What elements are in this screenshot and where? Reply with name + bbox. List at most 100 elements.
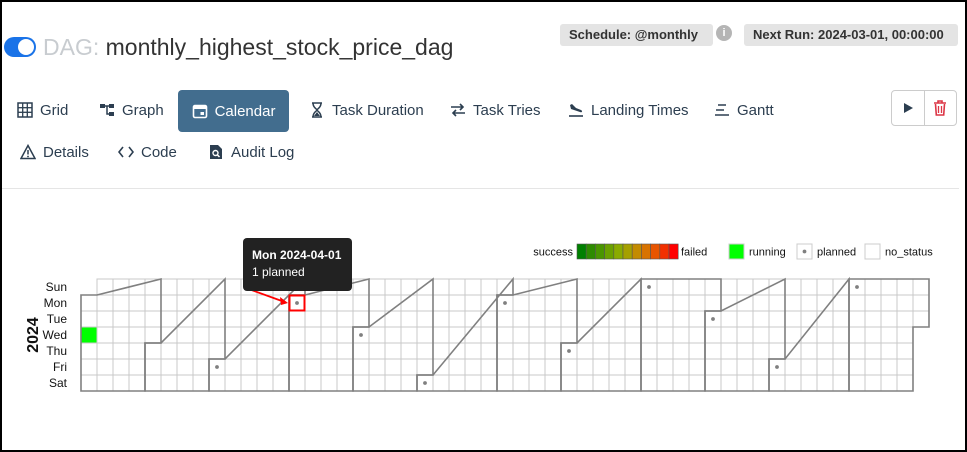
day-cell xyxy=(336,326,354,344)
day-cell xyxy=(496,374,514,392)
day-cell xyxy=(752,374,770,392)
day-cell xyxy=(896,342,914,360)
day-cell xyxy=(736,358,754,376)
day-cell xyxy=(608,310,626,328)
day-cell xyxy=(320,342,338,360)
day-cell xyxy=(240,342,258,360)
day-cell xyxy=(128,294,146,312)
day-cell xyxy=(464,294,482,312)
day-label: Tue xyxy=(47,312,68,326)
day-cell xyxy=(368,342,386,360)
day-cell xyxy=(256,326,274,344)
day-cell xyxy=(816,358,834,376)
day-cell xyxy=(688,326,706,344)
day-cell xyxy=(896,278,914,296)
legend-scale-cell xyxy=(604,243,615,260)
day-cell xyxy=(256,342,274,360)
day-cell xyxy=(784,310,802,328)
day-cell xyxy=(272,358,290,376)
day-cell xyxy=(160,342,178,360)
day-cell xyxy=(336,342,354,360)
day-cell xyxy=(256,358,274,376)
day-cell xyxy=(400,358,418,376)
day-cell xyxy=(640,294,658,312)
day-cell xyxy=(432,310,450,328)
day-cell xyxy=(672,342,690,360)
day-cell xyxy=(336,374,354,392)
day-cell xyxy=(816,278,834,296)
day-cell xyxy=(816,374,834,392)
day-cell xyxy=(592,342,610,360)
day-cell xyxy=(768,310,786,328)
day-cell xyxy=(720,294,738,312)
day-cell xyxy=(496,326,514,344)
day-cell xyxy=(768,294,786,312)
day-cell xyxy=(112,310,130,328)
day-cell xyxy=(672,326,690,344)
day-cell xyxy=(368,374,386,392)
day-cell xyxy=(784,294,802,312)
day-cell xyxy=(560,374,578,392)
day-cell xyxy=(656,342,674,360)
day-label: Mon xyxy=(44,296,67,310)
day-cell xyxy=(112,326,130,344)
day-cell xyxy=(208,342,226,360)
day-cell xyxy=(288,358,306,376)
day-cell xyxy=(624,358,642,376)
day-cell xyxy=(544,294,562,312)
day-cell xyxy=(144,326,162,344)
day-cell xyxy=(592,374,610,392)
day-cell xyxy=(384,326,402,344)
day-cell xyxy=(912,310,930,328)
day-cell xyxy=(688,310,706,328)
legend-no-status-swatch xyxy=(864,243,881,260)
day-cell xyxy=(592,278,610,296)
day-cell xyxy=(304,342,322,360)
day-cell xyxy=(704,278,722,296)
day-cell xyxy=(80,326,98,344)
day-cell xyxy=(144,358,162,376)
day-cell xyxy=(480,358,498,376)
day-cell xyxy=(96,310,114,328)
day-cell xyxy=(192,342,210,360)
day-cell xyxy=(832,294,850,312)
legend-scale-cell xyxy=(576,243,587,260)
day-cell xyxy=(528,310,546,328)
planned-dot xyxy=(775,365,779,369)
day-cell xyxy=(288,342,306,360)
tooltip-body: 1 planned xyxy=(252,265,305,279)
day-cell xyxy=(656,310,674,328)
day-cell xyxy=(848,294,866,312)
day-cell xyxy=(432,294,450,312)
day-cell xyxy=(832,374,850,392)
day-cell xyxy=(112,374,130,392)
day-cell xyxy=(416,310,434,328)
day-cell xyxy=(736,326,754,344)
day-cell xyxy=(832,310,850,328)
day-cell xyxy=(512,358,530,376)
day-cell xyxy=(560,326,578,344)
day-cell xyxy=(784,358,802,376)
day-cell xyxy=(656,294,674,312)
day-cell xyxy=(352,310,370,328)
day-cell xyxy=(880,278,898,296)
day-cell xyxy=(192,374,210,392)
day-cell xyxy=(304,326,322,344)
day-cell xyxy=(896,358,914,376)
day-cell xyxy=(848,310,866,328)
day-cell xyxy=(320,326,338,344)
day-cell xyxy=(576,310,594,328)
day-cell xyxy=(752,294,770,312)
day-cell xyxy=(544,358,562,376)
day-cell xyxy=(736,278,754,296)
day-cell xyxy=(96,326,114,344)
day-cell xyxy=(688,342,706,360)
day-cell xyxy=(128,342,146,360)
day-cell xyxy=(352,294,370,312)
planned-dot xyxy=(295,301,299,305)
tooltip-title: Mon 2024-04-01 xyxy=(252,248,342,262)
day-cell xyxy=(704,342,722,360)
day-cell xyxy=(544,310,562,328)
day-cell xyxy=(880,326,898,344)
year-label: 2024 xyxy=(25,317,42,353)
